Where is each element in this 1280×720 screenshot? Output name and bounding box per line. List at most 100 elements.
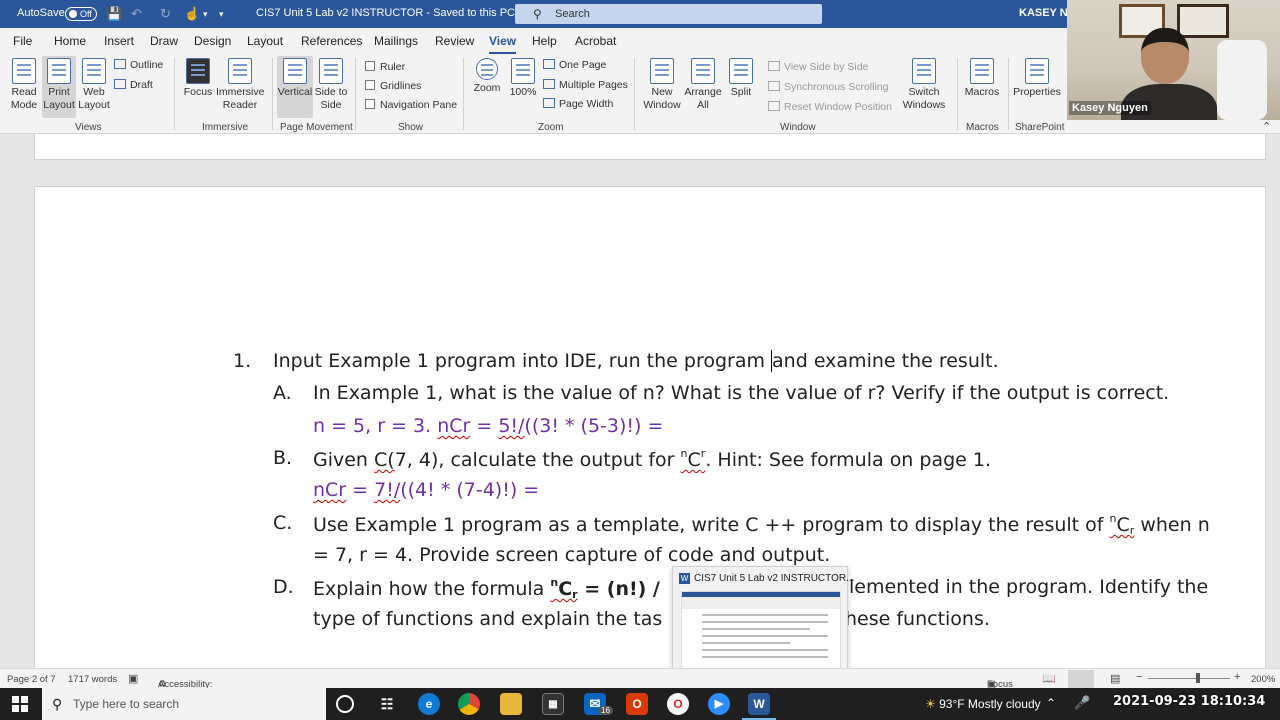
- more-chevron-icon[interactable]: ▾: [219, 9, 224, 20]
- page-count[interactable]: Page 2 of 7: [7, 674, 56, 685]
- tab-file[interactable]: File: [13, 34, 32, 48]
- taskbar-search-placeholder: Type here to search: [73, 697, 180, 711]
- word-count[interactable]: 1717 words: [68, 674, 117, 685]
- taskbar-search-input[interactable]: ⚲ Type here to search: [42, 688, 326, 720]
- question-1-number: 1.: [233, 350, 252, 372]
- navigation-pane-checkbox[interactable]: Navigation Pane: [365, 99, 457, 111]
- autosave-label: AutoSave: [17, 7, 65, 19]
- split-button[interactable]: Split: [724, 58, 758, 99]
- macros-label: Macros: [964, 86, 1000, 98]
- zoom-slider[interactable]: [1148, 678, 1230, 679]
- page-movement-group-label: Page Movement: [280, 122, 353, 133]
- tab-acrobat[interactable]: Acrobat: [575, 34, 616, 48]
- tab-review[interactable]: Review: [435, 34, 474, 48]
- multiple-pages-label: Multiple Pages: [559, 79, 628, 91]
- synchronous-scrolling-button[interactable]: Synchronous Scrolling: [768, 81, 888, 93]
- synchronous-scrolling-label: Synchronous Scrolling: [784, 81, 889, 93]
- tab-help[interactable]: Help: [532, 34, 557, 48]
- word-app-icon[interactable]: W: [742, 693, 776, 720]
- switch-windows-icon: [912, 58, 936, 84]
- file-explorer-icon[interactable]: [500, 693, 522, 715]
- immersive-reader-button[interactable]: Immersive Reader: [216, 58, 264, 112]
- ruler-checkbox[interactable]: Ruler: [365, 61, 405, 73]
- store-icon[interactable]: ▦: [542, 693, 564, 715]
- weather-icon: ☀: [925, 697, 936, 711]
- properties-label: Properties: [1013, 86, 1061, 98]
- redo-icon[interactable]: ↻: [160, 6, 171, 22]
- macros-button[interactable]: Macros: [962, 58, 1002, 99]
- new-window-button[interactable]: New Window: [640, 58, 684, 112]
- arrange-all-icon: [691, 58, 715, 84]
- tab-insert[interactable]: Insert: [104, 34, 134, 48]
- customize-chevron-icon[interactable]: ▾: [203, 9, 208, 20]
- outline-button[interactable]: Outline: [114, 59, 163, 71]
- read-mode-button[interactable]: Read Mode: [6, 58, 42, 112]
- chrome-icon[interactable]: [458, 693, 480, 715]
- properties-button[interactable]: Properties: [1012, 58, 1062, 99]
- tab-home[interactable]: Home: [54, 34, 86, 48]
- start-windows-icon[interactable]: [12, 696, 28, 712]
- view-side-by-side-button[interactable]: View Side by Side: [768, 61, 868, 73]
- edge-icon[interactable]: e: [418, 693, 440, 715]
- page-width-button[interactable]: Page Width: [543, 98, 613, 110]
- zoom-out-icon[interactable]: −: [1136, 671, 1142, 683]
- web-layout-view-icon[interactable]: ▤: [1110, 672, 1120, 685]
- tab-layout[interactable]: Layout: [247, 34, 283, 48]
- vertical-button[interactable]: Vertical: [277, 56, 313, 118]
- zoom-in-icon[interactable]: +: [1234, 671, 1240, 683]
- tab-draw[interactable]: Draw: [150, 34, 178, 48]
- multiple-pages-button[interactable]: Multiple Pages: [543, 79, 628, 91]
- tab-references[interactable]: References: [301, 34, 362, 48]
- office-icon[interactable]: O: [626, 693, 648, 715]
- zoom-slider-thumb[interactable]: [1196, 673, 1200, 683]
- zoom-percent[interactable]: 200%: [1251, 674, 1275, 685]
- read-mode-label: Read Mode: [10, 86, 38, 111]
- tab-view[interactable]: View: [489, 34, 517, 54]
- save-icon[interactable]: 💾: [106, 6, 122, 22]
- zoom-button[interactable]: Zoom: [470, 58, 504, 95]
- gridlines-checkbox[interactable]: Gridlines: [365, 80, 421, 92]
- cortana-icon[interactable]: [336, 695, 354, 713]
- search-input[interactable]: ⚲ Search: [515, 4, 822, 24]
- task-view-icon[interactable]: ☷: [376, 693, 398, 715]
- window-group-label: Window: [780, 122, 816, 133]
- draft-button[interactable]: Draft: [114, 79, 153, 91]
- tab-design[interactable]: Design: [194, 34, 231, 48]
- new-window-icon: [650, 58, 674, 84]
- weather-widget[interactable]: ☀ 93°F Mostly cloudy: [925, 697, 1041, 711]
- undo-icon[interactable]: ↶: [131, 6, 142, 22]
- tab-mailings[interactable]: Mailings: [374, 34, 418, 48]
- opera-icon[interactable]: O: [667, 693, 689, 715]
- side-to-side-label: Side to Side: [314, 86, 348, 111]
- arrange-all-button[interactable]: Arrange All: [684, 58, 722, 112]
- print-layout-view-icon[interactable]: [1068, 670, 1094, 688]
- read-mode-view-icon[interactable]: 📖: [1042, 672, 1056, 685]
- document-title[interactable]: CIS7 Unit 5 Lab v2 INSTRUCTOR - Saved to…: [256, 7, 515, 19]
- taskbar: ⚲ Type here to search ☷ e ▦ ✉ 16 O O ▶ W…: [0, 688, 1280, 720]
- immersive-reader-icon: [228, 58, 252, 84]
- tray-chevron-icon[interactable]: ⌃: [1046, 696, 1056, 710]
- web-layout-label: Web Layout: [78, 86, 110, 111]
- view-side-by-side-label: View Side by Side: [784, 61, 869, 73]
- print-layout-button[interactable]: Print Layout: [42, 56, 76, 118]
- touch-mode-icon[interactable]: ☝: [184, 6, 200, 22]
- focus-button[interactable]: Focus: [180, 58, 216, 99]
- zoom-100-button[interactable]: 100%: [506, 58, 540, 99]
- reset-window-position-button[interactable]: Reset Window Position: [768, 101, 892, 113]
- web-layout-button[interactable]: Web Layout: [77, 58, 111, 112]
- microphone-icon[interactable]: 🎤: [1074, 695, 1090, 711]
- document-canvas[interactable]: 1. Input Example 1 program into IDE, run…: [0, 134, 1280, 668]
- one-page-button[interactable]: One Page: [543, 59, 606, 71]
- autosave-toggle[interactable]: Off: [65, 7, 97, 21]
- chair-image: [1217, 40, 1267, 120]
- group-divider: [355, 58, 356, 130]
- side-to-side-button[interactable]: Side to Side: [314, 58, 348, 112]
- zoom-app-icon[interactable]: ▶: [708, 693, 730, 715]
- switch-windows-button[interactable]: Switch Windows: [896, 58, 952, 112]
- proofing-icon[interactable]: ▣: [128, 672, 138, 685]
- side-to-side-icon: [319, 58, 343, 84]
- collapse-ribbon-icon[interactable]: ⌃: [1262, 120, 1271, 133]
- reset-window-position-icon: [768, 101, 780, 111]
- search-placeholder: Search: [555, 8, 590, 20]
- presenter-name: Kasey Nguyen: [1069, 101, 1151, 115]
